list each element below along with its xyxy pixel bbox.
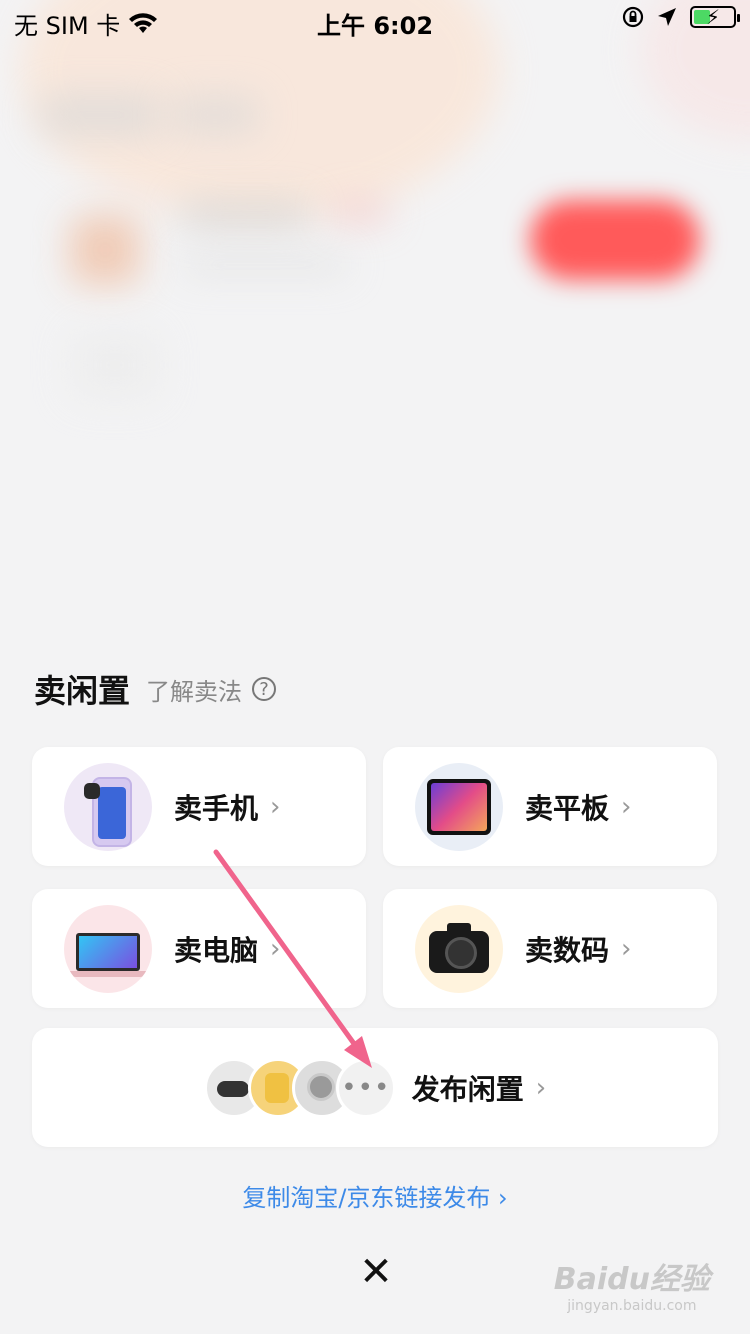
chevron-right-icon: › <box>621 933 632 964</box>
sell-tablet-label: 卖平板 <box>525 791 610 825</box>
watermark: Baidu经验 jingyan.baidu.com <box>554 1254 710 1314</box>
bg-text-blur <box>170 95 260 135</box>
bg-text-blur <box>180 255 350 275</box>
chevron-right-icon: › <box>270 933 281 964</box>
tablet-icon <box>415 762 503 851</box>
sheet-title: 卖闲置 <box>34 672 131 710</box>
status-bar: 无 SIM 卡 上午 6:02 ⚡ <box>0 0 750 42</box>
sell-tablet-card[interactable]: 卖平板 › <box>383 747 717 866</box>
help-icon[interactable]: ? <box>252 677 277 701</box>
learn-selling-link[interactable]: 了解卖法 <box>146 672 242 707</box>
sell-phone-label: 卖手机 <box>174 791 259 825</box>
rotation-lock-icon <box>622 6 644 28</box>
watermark-logo: Baidu经验 <box>553 1262 710 1297</box>
sell-phone-card[interactable]: 卖手机 › <box>32 747 366 866</box>
chevron-right-icon: › <box>621 791 632 822</box>
copy-link-publish[interactable]: 复制淘宝/京东链接发布 › <box>0 1178 750 1213</box>
sell-digital-card[interactable]: 卖数码 › <box>383 889 717 1008</box>
location-arrow-icon <box>658 8 676 26</box>
publish-idle-card[interactable]: ••• 发布闲置 › <box>32 1028 718 1147</box>
phone-icon <box>64 762 152 851</box>
bg-thumbnail-blur <box>70 330 160 400</box>
sell-section-header: 卖闲置 了解卖法 ? <box>34 666 277 712</box>
bg-red-button-blur <box>530 200 700 280</box>
battery-icon: ⚡ <box>690 5 740 29</box>
chevron-right-icon: › <box>270 791 281 822</box>
charging-bolt-icon: ⚡ <box>706 5 721 29</box>
bg-text-blur <box>180 200 310 230</box>
publish-idle-label: 发布闲置 <box>411 1072 524 1106</box>
sell-laptop-label: 卖电脑 <box>174 933 259 967</box>
bg-thumbnail-blur <box>70 215 140 285</box>
close-icon[interactable]: ✕ <box>358 1252 394 1292</box>
bg-text-blur <box>330 200 390 224</box>
bg-text-blur <box>40 95 160 135</box>
chevron-right-icon: › <box>535 1072 547 1103</box>
sell-digital-label: 卖数码 <box>525 933 610 967</box>
more-icon: ••• <box>335 1057 396 1118</box>
item-thumbnail-stack: ••• <box>203 1057 396 1118</box>
sell-laptop-card[interactable]: 卖电脑 › <box>32 889 366 1008</box>
watermark-url: jingyan.baidu.com <box>567 1298 697 1314</box>
camera-icon <box>415 904 503 993</box>
laptop-icon <box>64 904 152 993</box>
